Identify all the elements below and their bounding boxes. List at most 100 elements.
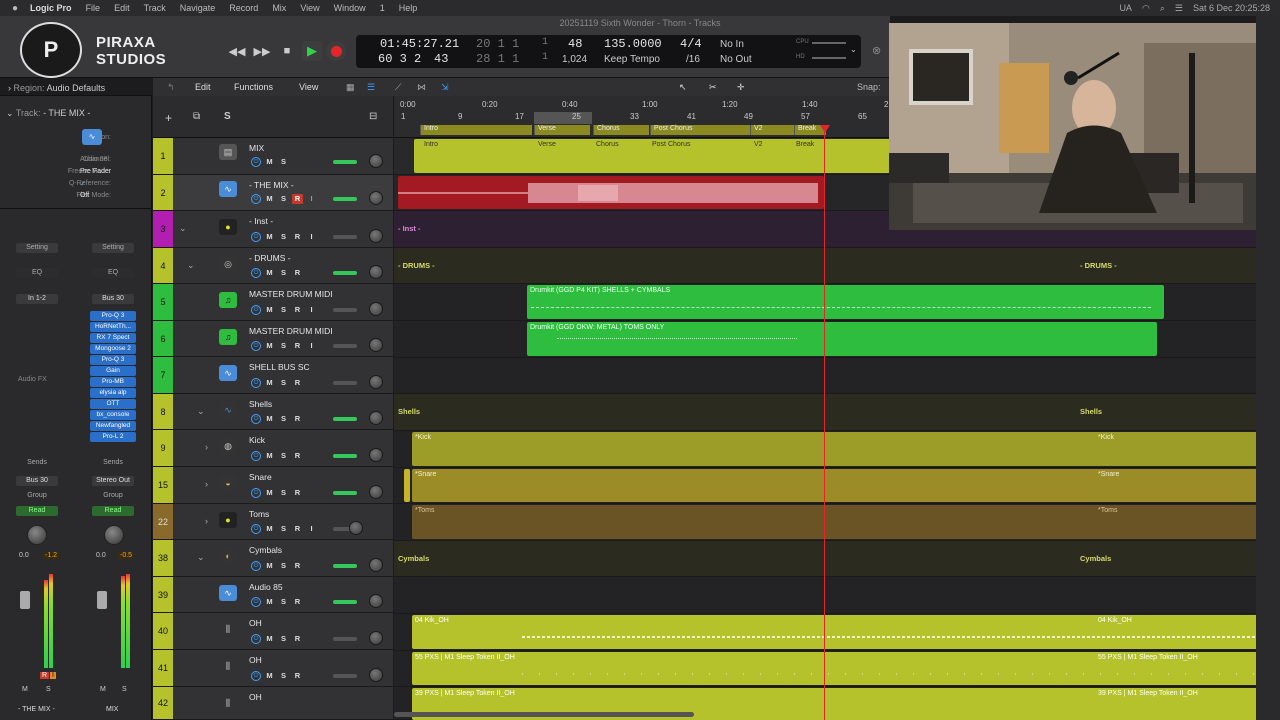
playhead[interactable] xyxy=(824,125,825,720)
solo-button[interactable]: S xyxy=(278,597,289,607)
power-icon[interactable]: ⏻ xyxy=(251,305,261,315)
apple-menu-icon[interactable]: ● xyxy=(12,3,18,14)
folder-label[interactable]: - DRUMS - xyxy=(1080,261,1117,270)
solo-button[interactable]: S xyxy=(278,524,289,534)
solo-button[interactable]: S xyxy=(278,305,289,315)
track-name[interactable]: MASTER DRUM MIDI xyxy=(249,326,333,336)
track-list-icon[interactable]: ⊟ xyxy=(369,111,377,122)
power-icon[interactable]: ⏻ xyxy=(251,634,261,644)
strip2-sends[interactable]: Sends xyxy=(92,458,134,468)
record-enable-button[interactable]: R xyxy=(292,268,303,278)
library-icon[interactable]: ⊗ xyxy=(872,44,881,57)
solo-button[interactable]: S xyxy=(278,341,289,351)
pan-knob[interactable] xyxy=(369,558,383,572)
menubar-clock[interactable]: Sat 6 Dec 20:25:28 xyxy=(1193,3,1270,13)
mute-button[interactable]: M xyxy=(264,597,275,607)
mute-button[interactable]: M xyxy=(264,451,275,461)
solo-button[interactable]: S xyxy=(278,488,289,498)
midi-region[interactable]: Drumkit (GGD OKW: METAL) TOMS ONLY xyxy=(527,322,1157,356)
play-button[interactable]: ▶ xyxy=(302,41,322,61)
strip2-group[interactable]: Group xyxy=(92,491,134,501)
pan-knob[interactable] xyxy=(369,229,383,243)
strip1-automation[interactable]: Read xyxy=(16,506,58,516)
control-center-icon[interactable]: ☰ xyxy=(1175,3,1183,14)
plugin-slot[interactable]: HoRNetTh... xyxy=(90,322,136,332)
folder-label[interactable]: - Inst - xyxy=(398,224,421,233)
strip1-solo[interactable]: S xyxy=(46,686,51,693)
strip1-eq[interactable]: EQ xyxy=(16,268,58,278)
audio-region[interactable]: *Snare *Snare xyxy=(412,469,1280,502)
plugin-slot[interactable]: Pro-MB xyxy=(90,377,136,387)
solo-button[interactable]: S xyxy=(278,561,289,571)
scissors-tool-icon[interactable]: ✂ xyxy=(709,82,717,93)
pan-knob[interactable] xyxy=(369,302,383,316)
track-row[interactable]: 8 ⌄ ∿ Shells ⏻ M S R xyxy=(153,394,393,430)
region-inspector-header[interactable]: › Region: Audio Defaults xyxy=(0,78,152,96)
strip2-automation[interactable]: Read xyxy=(92,506,134,516)
volume-slider[interactable] xyxy=(333,381,357,385)
volume-slider[interactable] xyxy=(333,235,357,239)
track-name[interactable]: SHELL BUS SC xyxy=(249,362,310,372)
record-enable-button[interactable]: R xyxy=(292,451,303,461)
lcd-chevron-icon[interactable]: ⌄ xyxy=(850,45,857,54)
folder-label[interactable]: Cymbals xyxy=(1080,554,1111,563)
add-track-icon[interactable]: + xyxy=(165,111,172,125)
power-icon[interactable]: ⏻ xyxy=(251,232,261,242)
folder-label[interactable]: Cymbals xyxy=(398,554,429,563)
track-row[interactable]: 39 ∿ Audio 85 ⏻ M S R xyxy=(153,577,393,613)
volume-slider[interactable] xyxy=(333,271,357,275)
plugin-slot[interactable]: Pro-Q 3 xyxy=(90,311,136,321)
list-view-icon[interactable]: ☰ xyxy=(367,82,375,93)
track-row[interactable]: 7 ∿ SHELL BUS SC ⏻ M S R xyxy=(153,357,393,394)
plugin-slot[interactable]: OTT xyxy=(90,399,136,409)
global-solo[interactable]: S xyxy=(224,111,231,122)
pan-knob[interactable] xyxy=(369,594,383,608)
mute-button[interactable]: M xyxy=(264,305,275,315)
pointer-tool-icon[interactable]: ↖ xyxy=(679,82,687,93)
track-inspector-header[interactable]: ⌄ Track: - THE MIX - xyxy=(6,108,90,119)
lcd-display[interactable]: 01:45:27.21 20 1 1 1 60 3 2 43 28 1 1 1 … xyxy=(356,35,861,68)
input-monitor-button[interactable]: I xyxy=(306,341,317,351)
plugin-slot[interactable]: bx_console xyxy=(90,410,136,420)
record-enable-button[interactable]: R xyxy=(292,597,303,607)
track-icon-waveform[interactable]: ∿ xyxy=(82,129,102,145)
disclosure-icon[interactable]: › xyxy=(205,442,208,452)
track-name[interactable]: MASTER DRUM MIDI xyxy=(249,289,333,299)
wifi-icon[interactable]: ◠ xyxy=(1142,3,1150,14)
input-monitor-button[interactable]: I xyxy=(306,524,317,534)
solo-button[interactable]: S xyxy=(278,194,289,204)
track-row[interactable]: 6 ♫ MASTER DRUM MIDI ⏻ M S R I xyxy=(153,321,393,357)
record-enable-button[interactable]: R xyxy=(292,378,303,388)
plugin-slot[interactable]: RX 7 Spect xyxy=(90,333,136,343)
menu-edit[interactable]: Edit xyxy=(114,3,130,13)
menu-1[interactable]: 1 xyxy=(380,3,385,13)
pan-knob[interactable] xyxy=(369,338,383,352)
marker[interactable]: Chorus xyxy=(593,125,649,135)
plugin-slot[interactable]: Newfangled xyxy=(90,421,136,431)
track-row[interactable]: 4 ⌄ ◎ - DRUMS - ⏻ M S R xyxy=(153,248,393,284)
strip2-fader[interactable] xyxy=(97,591,107,609)
track-row[interactable]: 2 ∿ - THE MIX - ⏻ M S R I xyxy=(153,175,393,211)
mute-button[interactable]: M xyxy=(264,671,275,681)
pan-knob[interactable] xyxy=(369,191,383,205)
catch-icon[interactable]: ⇲ xyxy=(441,82,449,93)
view-menu[interactable]: View xyxy=(299,82,318,92)
stop-icon[interactable]: ■ xyxy=(278,42,296,60)
pan-knob[interactable] xyxy=(369,375,383,389)
mute-button[interactable]: M xyxy=(264,524,275,534)
power-icon[interactable]: ⏻ xyxy=(251,488,261,498)
audio-region[interactable]: *Toms *Toms xyxy=(412,505,1280,539)
disclosure-icon[interactable]: › xyxy=(8,83,11,93)
horizontal-scrollbar[interactable] xyxy=(394,712,694,717)
strip1-group[interactable]: Group xyxy=(16,491,58,501)
ua-status[interactable]: UA xyxy=(1119,3,1132,13)
strip2-pan-knob[interactable] xyxy=(104,525,124,545)
menu-app[interactable]: Logic Pro xyxy=(30,3,72,13)
back-icon[interactable]: ↰ xyxy=(167,82,175,93)
pan-knob[interactable] xyxy=(369,411,383,425)
disclosure-down-icon[interactable]: ⌄ xyxy=(6,108,14,118)
volume-slider[interactable] xyxy=(333,564,357,568)
automation-icon[interactable]: ⟋ xyxy=(395,82,401,93)
power-icon[interactable]: ⏻ xyxy=(251,341,261,351)
snap-label[interactable]: Snap: xyxy=(857,82,881,92)
